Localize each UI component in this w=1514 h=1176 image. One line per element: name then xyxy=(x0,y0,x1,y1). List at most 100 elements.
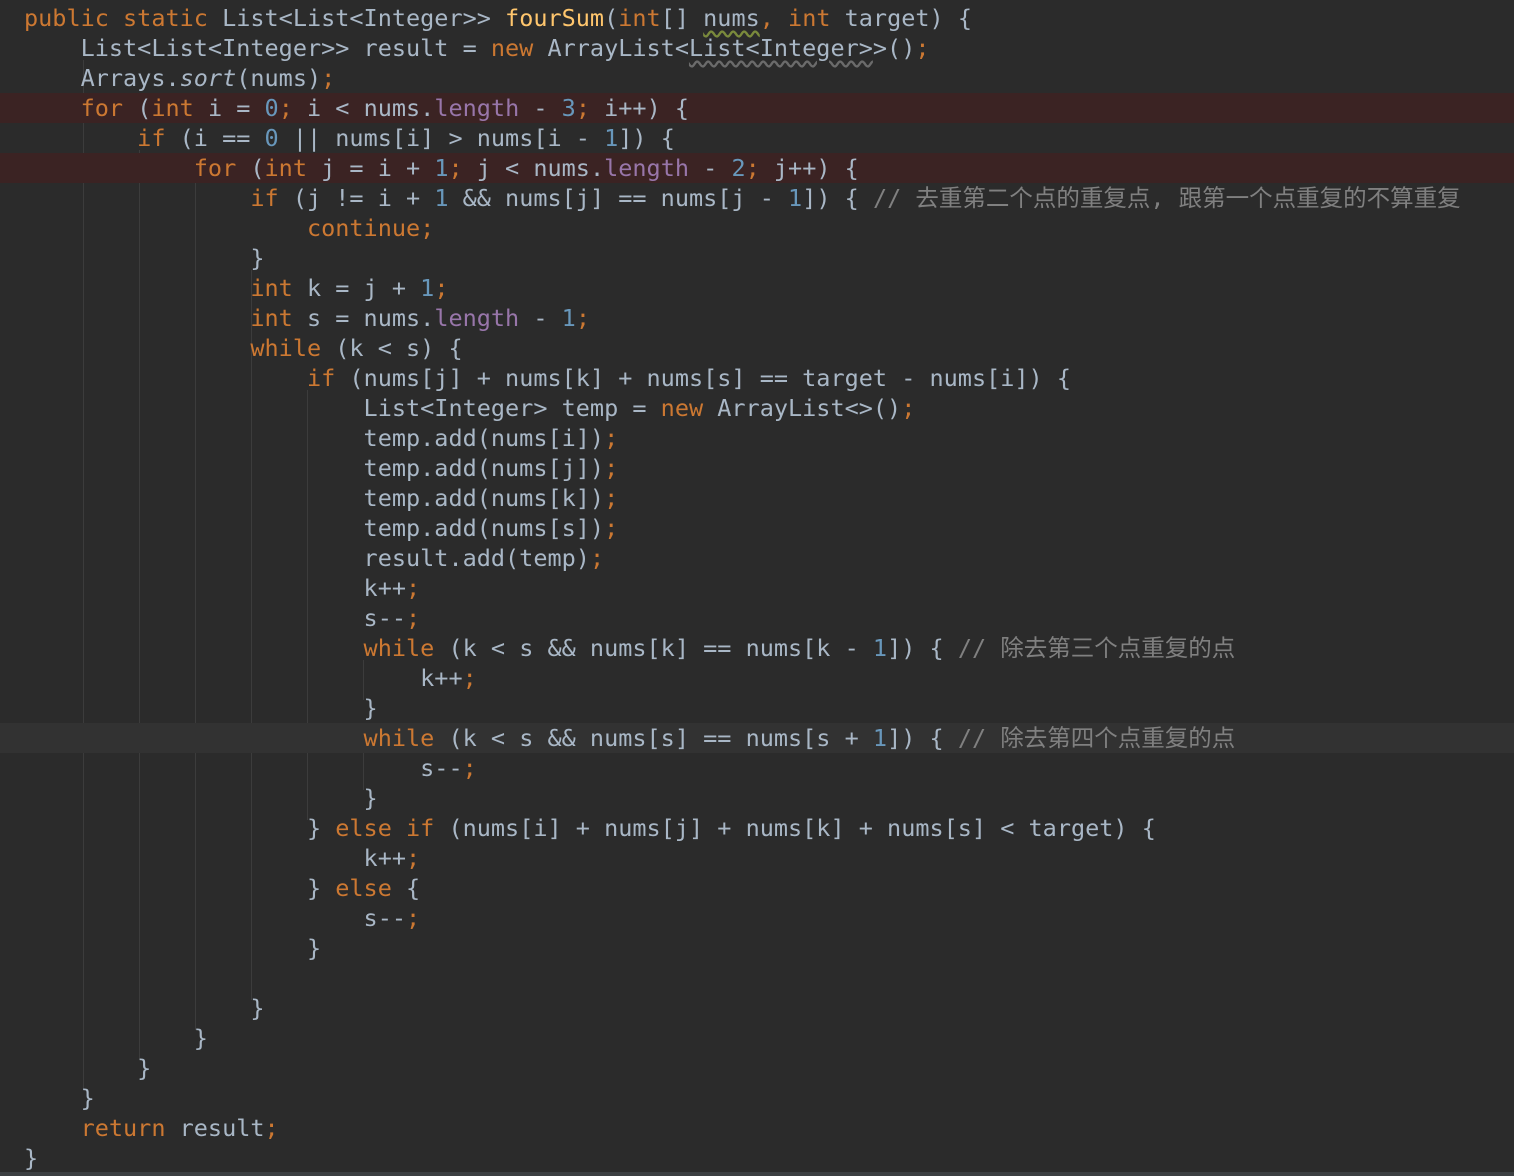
code-token: ]) { xyxy=(802,184,873,212)
code-token: s-- xyxy=(24,904,407,932)
code-line[interactable]: return result; xyxy=(0,1113,1514,1143)
code-line-text: k++; xyxy=(24,843,421,873)
code-token: 1 xyxy=(561,304,576,332)
code-token: } xyxy=(24,874,336,902)
code-line[interactable]: k++; xyxy=(0,573,1514,603)
code-token: ; xyxy=(406,604,421,632)
code-token: while xyxy=(24,634,449,662)
code-line[interactable]: result.add(temp); xyxy=(0,543,1514,573)
code-token: k++ xyxy=(24,664,463,692)
code-token: new xyxy=(660,394,718,422)
code-line[interactable]: temp.add(nums[j]); xyxy=(0,453,1514,483)
code-line[interactable]: k++; xyxy=(0,663,1514,693)
code-token: ( xyxy=(250,154,265,182)
code-token: ; xyxy=(589,544,605,572)
code-line[interactable]: public static List<List<Integer>> fourSu… xyxy=(0,3,1514,33)
code-line[interactable]: } xyxy=(0,1143,1514,1173)
code-line-text: while (k < s && nums[k] == nums[k - 1]) … xyxy=(24,633,1236,663)
code-line[interactable]: while (k < s && nums[s] == nums[s + 1]) … xyxy=(0,723,1514,753)
code-token: s-- xyxy=(24,754,463,782)
code-line[interactable]: } xyxy=(0,1083,1514,1113)
code-line-text: s--; xyxy=(24,903,421,933)
code-line[interactable]: while (k < s && nums[k] == nums[k - 1]) … xyxy=(0,633,1514,663)
code-line[interactable]: } xyxy=(0,933,1514,963)
code-token: ; xyxy=(278,94,307,122)
code-token: nums xyxy=(703,4,760,32)
code-line-text: } else { xyxy=(24,873,420,903)
code-token: } xyxy=(24,694,378,722)
code-line[interactable]: while (k < s) { xyxy=(0,333,1514,363)
code-line-text: } xyxy=(24,243,264,273)
code-line-text: List<List<Integer>> result = new ArrayLi… xyxy=(24,33,930,63)
code-token: else if xyxy=(335,814,449,842)
code-token: } xyxy=(24,814,336,842)
code-token: || nums[i] > nums[i - xyxy=(292,124,605,152)
code-line[interactable]: continue; xyxy=(0,213,1514,243)
code-line[interactable]: } xyxy=(0,243,1514,273)
code-line[interactable]: } xyxy=(0,993,1514,1023)
code-line-text: temp.add(nums[k]); xyxy=(24,483,619,513)
code-token: j++) { xyxy=(773,154,859,182)
code-line[interactable]: } xyxy=(0,693,1514,723)
code-line[interactable]: temp.add(nums[s]); xyxy=(0,513,1514,543)
code-line[interactable]: int k = j + 1; xyxy=(0,273,1514,303)
code-token: 3 xyxy=(561,94,576,122)
code-token: } xyxy=(24,994,265,1022)
code-token: continue; xyxy=(24,214,435,242)
code-token: 2 xyxy=(731,154,746,182)
code-line[interactable]: s--; xyxy=(0,903,1514,933)
code-line-text: } xyxy=(24,1083,95,1113)
code-token: length xyxy=(434,94,534,122)
code-token: k++ xyxy=(24,574,407,602)
code-line[interactable]: if (j != i + 1 && nums[j] == nums[j - 1]… xyxy=(0,183,1514,213)
code-line-text: } else if (nums[i] + nums[j] + nums[k] +… xyxy=(24,813,1156,843)
code-token: s = nums. xyxy=(306,304,435,332)
code-line-text: } xyxy=(24,693,378,723)
code-line[interactable]: Arrays.sort(nums); xyxy=(0,63,1514,93)
code-line[interactable]: temp.add(nums[k]); xyxy=(0,483,1514,513)
code-line[interactable]: if (nums[j] + nums[k] + nums[s] == targe… xyxy=(0,363,1514,393)
code-line[interactable]: } else { xyxy=(0,873,1514,903)
code-token: } xyxy=(24,1024,208,1052)
code-line-text: while (k < s) { xyxy=(24,333,462,363)
code-line[interactable]: for (int i = 0; i < nums.length - 3; i++… xyxy=(0,93,1514,123)
code-line[interactable]: s--; xyxy=(0,603,1514,633)
code-token: (nums[j] + nums[k] + nums[s] == target -… xyxy=(349,364,1071,392)
code-line-text: List<Integer> temp = new ArrayList<>(); xyxy=(24,393,916,423)
code-token: (j != i + xyxy=(292,184,435,212)
code-line[interactable]: List<List<Integer>> result = new ArrayLi… xyxy=(0,33,1514,63)
code-token: ; xyxy=(901,394,916,422)
code-token: ( xyxy=(137,94,152,122)
code-token: j = i + xyxy=(321,154,435,182)
code-line[interactable]: int s = nums.length - 1; xyxy=(0,303,1514,333)
code-line[interactable]: List<Integer> temp = new ArrayList<>(); xyxy=(0,393,1514,423)
code-token: j < nums. xyxy=(476,154,605,182)
code-token: // 除去第四个点重复的点 xyxy=(957,724,1236,752)
code-line[interactable]: for (int j = i + 1; j < nums.length - 2;… xyxy=(0,153,1514,183)
code-line-text: temp.add(nums[i]); xyxy=(24,423,619,453)
code-token: 0 xyxy=(264,94,279,122)
code-token: if xyxy=(24,184,293,212)
code-token: ; xyxy=(604,454,619,482)
code-token: (nums[i] + nums[j] + nums[k] + nums[s] <… xyxy=(448,814,1156,842)
code-line[interactable]: } xyxy=(0,1023,1514,1053)
code-line-text: temp.add(nums[j]); xyxy=(24,453,619,483)
code-token: 1 xyxy=(420,274,435,302)
code-line[interactable]: k++; xyxy=(0,843,1514,873)
code-line-text: int k = j + 1; xyxy=(24,273,448,303)
code-token: while xyxy=(24,334,336,362)
code-token: length xyxy=(434,304,534,332)
code-token: ; xyxy=(604,514,619,542)
code-token: sort xyxy=(179,64,237,92)
code-editor[interactable]: public static List<List<Integer>> fourSu… xyxy=(0,0,1514,1176)
code-line[interactable]: } xyxy=(0,783,1514,813)
code-line[interactable] xyxy=(0,963,1514,993)
code-line[interactable]: } else if (nums[i] + nums[j] + nums[k] +… xyxy=(0,813,1514,843)
code-line[interactable]: } xyxy=(0,1053,1514,1083)
code-token: 1 xyxy=(788,184,803,212)
code-token: Arrays. xyxy=(24,64,180,92)
code-line[interactable]: temp.add(nums[i]); xyxy=(0,423,1514,453)
code-token: ( xyxy=(604,4,619,32)
code-line[interactable]: if (i == 0 || nums[i] > nums[i - 1]) { xyxy=(0,123,1514,153)
code-line[interactable]: s--; xyxy=(0,753,1514,783)
